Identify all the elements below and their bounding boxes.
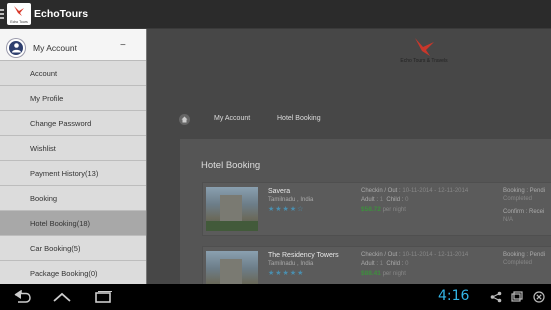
guest-counts: Adult : 1 Child : 0 — [361, 197, 409, 203]
drawer-item-change-password[interactable]: Change Password — [0, 111, 146, 136]
collapse-icon[interactable]: − — [120, 40, 126, 51]
home-icon[interactable] — [179, 114, 190, 125]
booking-card[interactable]: Savera Tamilnadu , India ★★★★☆ Checkin /… — [202, 182, 551, 236]
drawer-item-my-profile[interactable]: My Profile — [0, 86, 146, 111]
drawer-item-label: Change Password — [30, 119, 92, 128]
confirm-status-value: N/A — [503, 217, 514, 223]
booking-status-value: Completed — [503, 196, 533, 202]
drawer-item-label: Car Booking(5) — [30, 244, 81, 253]
booking-status-label: Booking : Pendi — [503, 188, 546, 194]
star-rating: ★★★★☆ — [268, 206, 305, 213]
clock: 4:16 — [438, 288, 470, 304]
home-icon[interactable] — [52, 290, 72, 304]
hotel-location: Tamilnadu , India — [268, 261, 314, 267]
drawer-header-title: My Account — [33, 43, 77, 53]
booking-status-label: Booking : Pendi — [503, 252, 546, 258]
confirm-status-label: Confirm : Recei — [503, 209, 545, 215]
drawer-item-label: My Profile — [30, 94, 64, 103]
breadcrumb: My Account Hotel Booking — [179, 113, 551, 127]
drawer-item-label: Hotel Booking(18) — [30, 219, 91, 228]
hotel-booking-panel: Hotel Booking Savera Tamilnadu , India ★… — [180, 139, 551, 284]
share-icon[interactable] — [490, 291, 502, 303]
hotel-thumbnail[interactable] — [206, 251, 258, 284]
action-bar: Echo Tours EchoTours — [0, 0, 551, 29]
drawer-item-label: Payment History(13) — [30, 169, 99, 178]
hotel-thumbnail[interactable] — [206, 187, 258, 231]
system-navigation-bar: 4:16 — [0, 284, 551, 310]
window-icon[interactable] — [511, 291, 523, 303]
drawer-item-wishlist[interactable]: Wishlist — [0, 136, 146, 161]
close-icon[interactable] — [533, 291, 545, 303]
checkin-dates: Checkin / Out : 10-11-2014 - 12-11-2014 — [361, 252, 469, 258]
app-title: EchoTours — [34, 8, 89, 20]
drawer-item-car-booking[interactable]: Car Booking(5) — [0, 236, 146, 261]
nightly-price: $88.41 per night — [361, 270, 406, 277]
drawer-item-account[interactable]: Account — [0, 61, 146, 86]
star-rating: ★★★★★ — [268, 270, 305, 277]
brand-caption: Echo Tours & Travels — [400, 58, 448, 64]
panel-title: Hotel Booking — [201, 160, 261, 171]
hotel-location: Tamilnadu , India — [268, 197, 314, 203]
account-icon — [7, 39, 25, 57]
breadcrumb-hotel-booking[interactable]: Hotel Booking — [277, 115, 321, 122]
drawer-item-label: Wishlist — [30, 144, 56, 153]
hotel-name[interactable]: The Residency Towers — [268, 252, 339, 259]
breadcrumb-my-account[interactable]: My Account — [214, 115, 250, 122]
drawer-header-my-account[interactable]: My Account − — [0, 29, 146, 61]
hotel-name[interactable]: Savera — [268, 188, 290, 195]
navigation-drawer: My Account − Account My Profile Change P… — [0, 29, 147, 284]
back-icon[interactable] — [12, 290, 32, 304]
app-logo[interactable]: Echo Tours — [7, 3, 31, 25]
recents-icon[interactable] — [93, 290, 113, 304]
bird-logo-icon — [14, 6, 24, 16]
drawer-item-label: Package Booking(0) — [30, 269, 98, 278]
drawer-item-package-booking[interactable]: Package Booking(0) — [0, 261, 146, 284]
brand-logo: Echo Tours & Travels — [395, 37, 453, 67]
app-logo-caption: Echo Tours — [10, 20, 28, 24]
drawer-item-hotel-booking[interactable]: Hotel Booking(18) — [0, 211, 146, 236]
guest-counts: Adult : 1 Child : 0 — [361, 261, 409, 267]
bird-logo-icon — [415, 38, 434, 56]
drawer-item-payment-history[interactable]: Payment History(13) — [0, 161, 146, 186]
drawer-item-booking[interactable]: Booking — [0, 186, 146, 211]
main-content: Echo Tours & Travels My Account Hotel Bo… — [147, 29, 551, 284]
hamburger-icon[interactable] — [0, 9, 5, 20]
booking-card[interactable]: The Residency Towers Tamilnadu , India ★… — [202, 246, 551, 284]
drawer-item-label: Booking — [30, 194, 58, 203]
checkin-dates: Checkin / Out : 10-11-2014 - 12-11-2014 — [361, 188, 469, 194]
booking-status-value: Completed — [503, 260, 533, 266]
drawer-item-label: Account — [30, 69, 58, 78]
nightly-price: $58.72 per night — [361, 206, 406, 213]
